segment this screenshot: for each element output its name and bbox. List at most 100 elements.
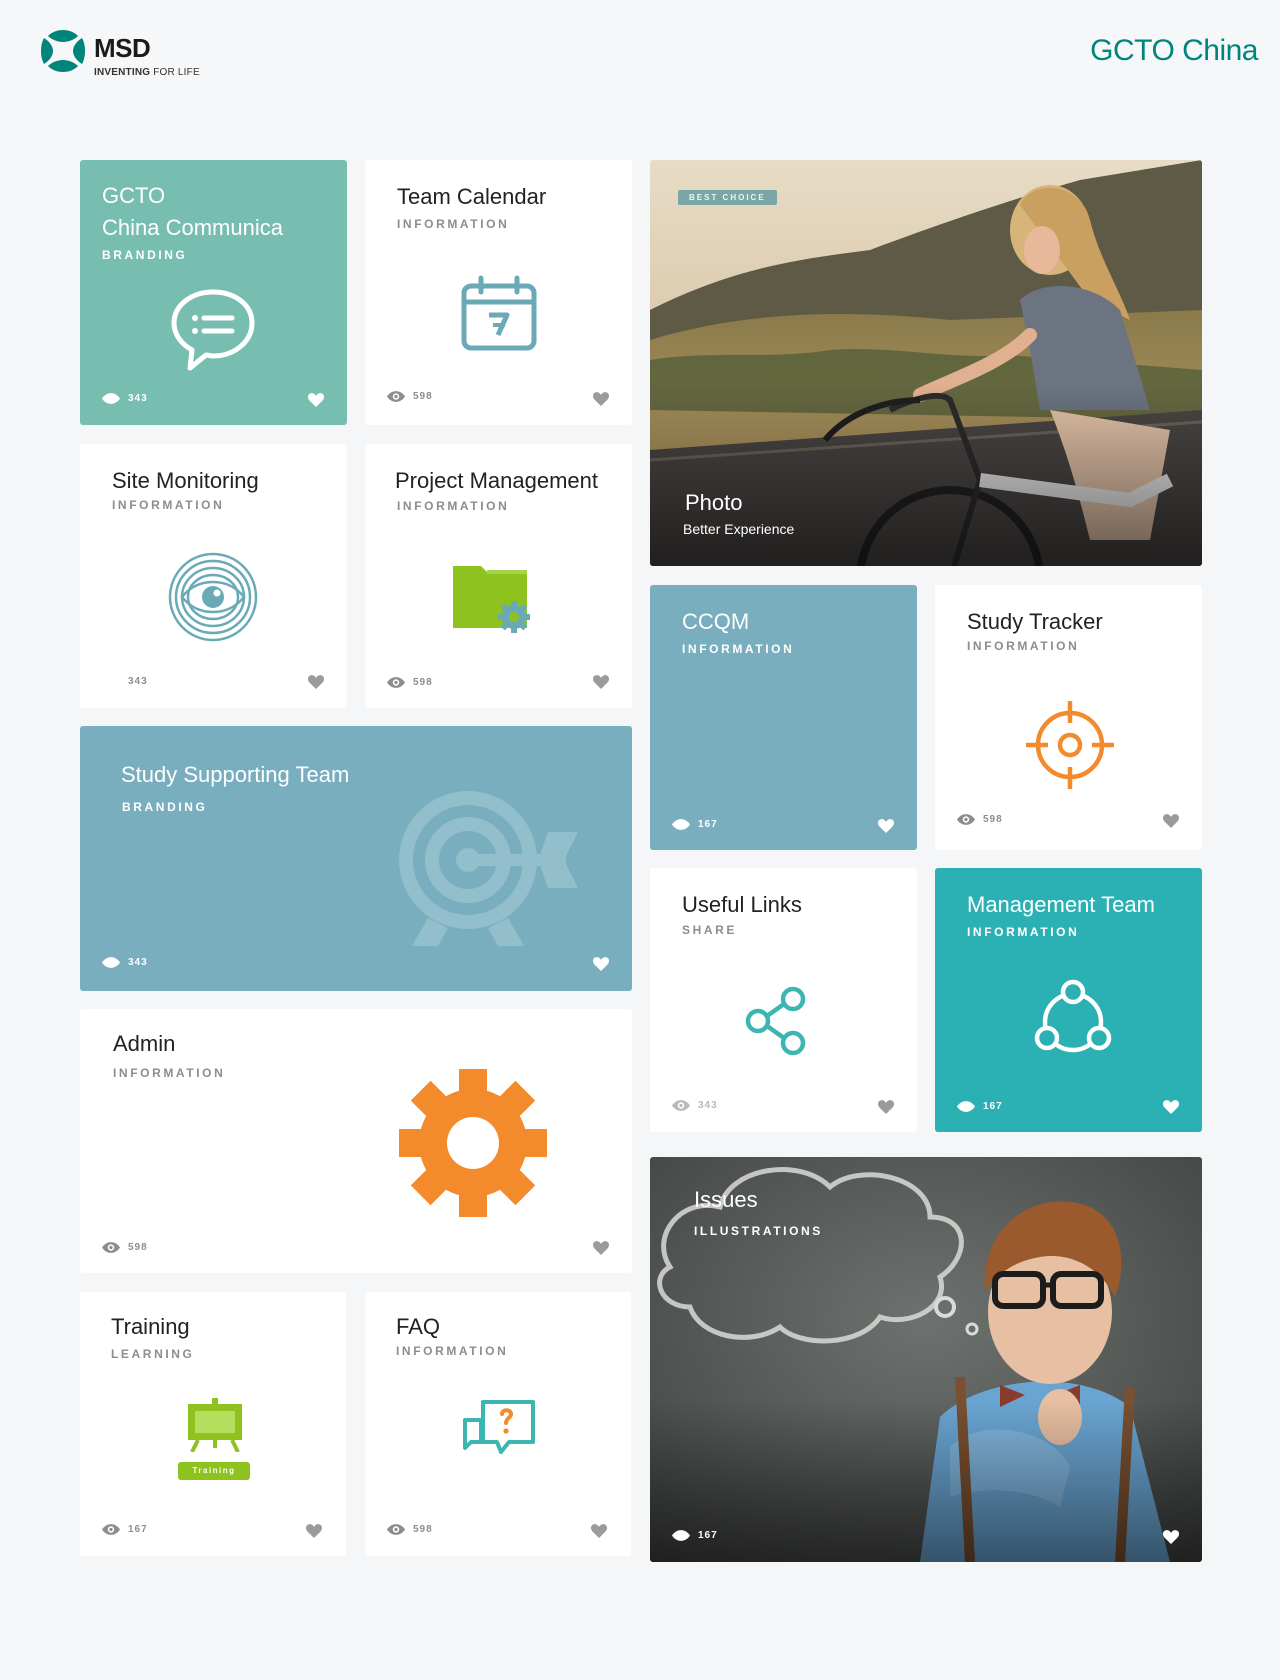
eye-icon <box>957 814 975 825</box>
logo-tagline: INVENTING FOR LIFE <box>94 67 200 78</box>
tile-title: CCQM <box>682 609 750 634</box>
like-heart-icon[interactable] <box>591 1524 607 1538</box>
eye-icon <box>387 677 405 688</box>
eye-icon <box>672 819 690 830</box>
chat-bubble-icon <box>171 289 255 371</box>
like-heart-icon[interactable] <box>308 675 324 689</box>
training-label-badge: Training <box>178 1462 250 1480</box>
calendar-icon <box>461 275 537 351</box>
like-heart-icon[interactable] <box>593 392 609 406</box>
tile-title: Training <box>111 1314 190 1339</box>
folder-gear-icon <box>453 566 530 633</box>
crosshair-icon <box>1026 701 1114 789</box>
tile-management-team[interactable]: Management Team INFORMATION 167 <box>935 868 1202 1132</box>
tile-training[interactable]: Training LEARNING Training 167 <box>80 1292 346 1556</box>
tile-study-supporting-team[interactable]: Study Supporting Team BRANDING 343 <box>80 726 632 991</box>
tile-gcto-communica[interactable]: GCTO China Communica BRANDING 343 <box>80 160 347 425</box>
like-heart-icon[interactable] <box>306 1524 322 1538</box>
tile-title: Admin <box>113 1031 176 1056</box>
eye-fingerprint-icon <box>168 552 258 642</box>
tile-title: Management Team <box>967 892 1155 917</box>
tile-category: BRANDING <box>122 800 208 814</box>
tile-title: Project Management <box>395 468 598 493</box>
view-count: 167 <box>672 819 718 830</box>
like-heart-icon[interactable] <box>878 819 894 833</box>
training-board-icon <box>188 1398 242 1452</box>
eye-icon <box>387 391 405 402</box>
like-heart-icon[interactable] <box>593 1241 609 1255</box>
like-heart-icon[interactable] <box>1163 1530 1179 1544</box>
view-count: 343 <box>102 393 148 404</box>
tile-study-tracker[interactable]: Study Tracker INFORMATION 598 <box>935 585 1202 850</box>
thinking-boy-photo <box>650 1157 1202 1562</box>
tile-category: INFORMATION <box>113 1066 226 1080</box>
tile-title: Photo <box>685 490 743 515</box>
tile-title: Useful Links <box>682 892 802 917</box>
tile-useful-links[interactable]: Useful Links SHARE 343 <box>650 868 917 1132</box>
view-count: 598 <box>387 677 433 688</box>
tile-category: INFORMATION <box>397 499 510 513</box>
eye-icon <box>102 957 120 968</box>
tile-project-management[interactable]: Project Management INFORMATION 598 <box>365 444 632 708</box>
tile-category: INFORMATION <box>967 925 1080 939</box>
tile-category: SHARE <box>682 923 738 937</box>
eye-icon <box>102 1524 120 1535</box>
tile-category: INFORMATION <box>396 1344 509 1358</box>
like-heart-icon[interactable] <box>1163 814 1179 828</box>
msd-logo-mark-icon <box>41 30 85 72</box>
view-count: 598 <box>102 1242 148 1253</box>
view-count: 343 <box>102 957 148 968</box>
tile-category: BRANDING <box>102 248 188 262</box>
like-heart-icon[interactable] <box>1163 1100 1179 1114</box>
msd-logo[interactable]: MSD INVENTING FOR LIFE <box>40 28 200 78</box>
tile-title: GCTO China Communica <box>102 183 283 240</box>
eye-icon <box>102 393 120 404</box>
target-arrow-icon <box>399 791 578 946</box>
view-count: 167 <box>102 1524 148 1535</box>
tile-title: Site Monitoring <box>112 468 259 493</box>
gear-icon <box>399 1069 547 1217</box>
tile-subtitle: Better Experience <box>683 521 795 537</box>
site-title[interactable]: GCTO China <box>1090 34 1258 68</box>
faq-chat-icon <box>463 1400 535 1454</box>
tile-admin[interactable]: Admin INFORMATION 598 <box>80 1009 632 1273</box>
tile-title: Team Calendar <box>397 184 547 209</box>
eye-icon <box>672 1100 690 1111</box>
eye-icon <box>102 1242 120 1253</box>
view-count: 343 <box>672 1100 718 1111</box>
tile-ccqm[interactable]: CCQM INFORMATION 167 <box>650 585 917 850</box>
tile-category: LEARNING <box>111 1347 195 1361</box>
view-count: 598 <box>957 814 1003 825</box>
eye-icon <box>672 1530 690 1541</box>
team-network-icon <box>1034 979 1112 1053</box>
share-icon <box>745 986 806 1056</box>
tile-title: Issues <box>694 1187 758 1212</box>
like-heart-icon[interactable] <box>308 393 324 407</box>
view-count: 167 <box>672 1530 718 1541</box>
tile-category: INFORMATION <box>967 639 1080 653</box>
tile-category: INFORMATION <box>397 217 510 231</box>
tile-title: Study Supporting Team <box>121 762 350 787</box>
view-count: 598 <box>387 1524 433 1535</box>
eye-icon <box>957 1101 975 1112</box>
eye-icon <box>387 1524 405 1535</box>
like-heart-icon[interactable] <box>878 1100 894 1114</box>
tile-site-monitoring[interactable]: Site Monitoring INFORMATION 343 <box>80 444 347 708</box>
tile-photo[interactable]: BEST CHOICE Photo Better Experience <box>650 160 1202 566</box>
view-count: 598 <box>387 391 433 402</box>
view-count: 167 <box>957 1101 1003 1112</box>
logo-name: MSD <box>94 33 151 63</box>
tile-faq[interactable]: FAQ INFORMATION 598 <box>365 1292 631 1556</box>
tile-issues[interactable]: Issues ILLUSTRATIONS 167 <box>650 1157 1202 1562</box>
view-count: 343 <box>128 676 148 687</box>
top-header: MSD INVENTING FOR LIFE GCTO China <box>0 0 1280 108</box>
like-heart-icon[interactable] <box>593 957 609 971</box>
tile-team-calendar[interactable]: Team Calendar INFORMATION 598 <box>365 160 632 425</box>
tile-title: Study Tracker <box>967 609 1103 634</box>
best-choice-badge: BEST CHOICE <box>678 190 777 205</box>
tile-category: INFORMATION <box>682 642 795 656</box>
tile-category: ILLUSTRATIONS <box>694 1224 823 1238</box>
like-heart-icon[interactable] <box>593 675 609 689</box>
tile-title: FAQ <box>396 1314 441 1339</box>
tile-category: INFORMATION <box>112 498 225 512</box>
